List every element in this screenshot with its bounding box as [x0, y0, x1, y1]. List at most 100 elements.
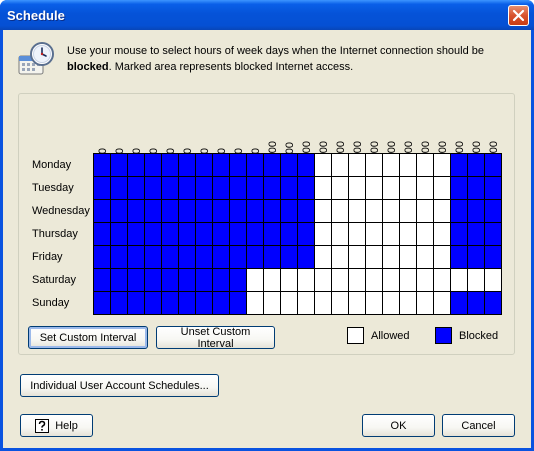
schedule-cell-blocked[interactable]	[111, 200, 128, 223]
schedule-cell-allowed[interactable]	[451, 269, 468, 292]
ok-button[interactable]: OK	[362, 414, 435, 437]
schedule-cell-blocked[interactable]	[451, 154, 468, 177]
schedule-cell-blocked[interactable]	[213, 154, 230, 177]
schedule-cell-blocked[interactable]	[145, 223, 162, 246]
schedule-cell-blocked[interactable]	[451, 177, 468, 200]
schedule-cell-blocked[interactable]	[451, 200, 468, 223]
schedule-cell-allowed[interactable]	[400, 269, 417, 292]
schedule-cell-allowed[interactable]	[383, 292, 400, 315]
schedule-cell-allowed[interactable]	[366, 223, 383, 246]
schedule-cell-blocked[interactable]	[94, 269, 111, 292]
schedule-cell-allowed[interactable]	[383, 246, 400, 269]
schedule-cell-allowed[interactable]	[434, 246, 451, 269]
schedule-cell-blocked[interactable]	[485, 200, 502, 223]
schedule-cell-allowed[interactable]	[434, 200, 451, 223]
schedule-cell-blocked[interactable]	[162, 246, 179, 269]
schedule-cell-allowed[interactable]	[349, 246, 366, 269]
schedule-cell-allowed[interactable]	[332, 177, 349, 200]
schedule-cell-blocked[interactable]	[247, 177, 264, 200]
schedule-cell-blocked[interactable]	[468, 292, 485, 315]
schedule-cell-allowed[interactable]	[332, 223, 349, 246]
schedule-cell-blocked[interactable]	[196, 269, 213, 292]
schedule-cell-blocked[interactable]	[196, 177, 213, 200]
schedule-cell-blocked[interactable]	[94, 177, 111, 200]
schedule-cell-allowed[interactable]	[315, 269, 332, 292]
schedule-cell-blocked[interactable]	[451, 246, 468, 269]
schedule-cell-allowed[interactable]	[434, 223, 451, 246]
set-custom-interval-button[interactable]: Set Custom Interval	[28, 326, 148, 349]
schedule-cell-allowed[interactable]	[400, 223, 417, 246]
schedule-cell-blocked[interactable]	[264, 200, 281, 223]
schedule-cell-blocked[interactable]	[179, 223, 196, 246]
schedule-cell-allowed[interactable]	[349, 292, 366, 315]
schedule-cell-blocked[interactable]	[162, 292, 179, 315]
title-bar[interactable]: Schedule	[0, 0, 534, 30]
schedule-cell-blocked[interactable]	[468, 223, 485, 246]
schedule-cell-blocked[interactable]	[179, 246, 196, 269]
schedule-cell-blocked[interactable]	[179, 154, 196, 177]
help-button[interactable]: Help	[20, 414, 93, 437]
schedule-cell-blocked[interactable]	[128, 223, 145, 246]
schedule-cell-allowed[interactable]	[400, 200, 417, 223]
schedule-cell-allowed[interactable]	[332, 292, 349, 315]
schedule-cell-allowed[interactable]	[281, 269, 298, 292]
schedule-cell-allowed[interactable]	[434, 154, 451, 177]
schedule-cell-allowed[interactable]	[349, 177, 366, 200]
schedule-cell-blocked[interactable]	[468, 177, 485, 200]
schedule-cell-allowed[interactable]	[315, 223, 332, 246]
day-label[interactable]: Monday	[32, 154, 71, 177]
schedule-cell-allowed[interactable]	[434, 292, 451, 315]
schedule-cell-allowed[interactable]	[315, 246, 332, 269]
schedule-cell-blocked[interactable]	[230, 154, 247, 177]
schedule-cell-allowed[interactable]	[247, 292, 264, 315]
schedule-cell-allowed[interactable]	[383, 177, 400, 200]
schedule-cell-blocked[interactable]	[213, 223, 230, 246]
schedule-cell-allowed[interactable]	[315, 154, 332, 177]
schedule-cell-allowed[interactable]	[383, 223, 400, 246]
schedule-cell-blocked[interactable]	[230, 223, 247, 246]
schedule-cell-blocked[interactable]	[281, 154, 298, 177]
schedule-cell-allowed[interactable]	[264, 269, 281, 292]
schedule-cell-allowed[interactable]	[298, 269, 315, 292]
schedule-cell-blocked[interactable]	[281, 200, 298, 223]
schedule-cell-blocked[interactable]	[145, 177, 162, 200]
schedule-cell-blocked[interactable]	[247, 154, 264, 177]
schedule-cell-allowed[interactable]	[417, 200, 434, 223]
schedule-cell-blocked[interactable]	[111, 292, 128, 315]
schedule-cell-blocked[interactable]	[247, 200, 264, 223]
schedule-cell-allowed[interactable]	[417, 292, 434, 315]
schedule-cell-blocked[interactable]	[111, 177, 128, 200]
day-label[interactable]: Saturday	[32, 269, 76, 292]
schedule-cell-blocked[interactable]	[111, 246, 128, 269]
schedule-cell-blocked[interactable]	[145, 246, 162, 269]
schedule-cell-blocked[interactable]	[94, 223, 111, 246]
schedule-cell-allowed[interactable]	[417, 246, 434, 269]
schedule-cell-blocked[interactable]	[213, 246, 230, 269]
schedule-cell-blocked[interactable]	[162, 154, 179, 177]
day-label[interactable]: Tuesday	[32, 177, 74, 200]
schedule-cell-allowed[interactable]	[366, 269, 383, 292]
schedule-cell-blocked[interactable]	[94, 200, 111, 223]
schedule-cell-allowed[interactable]	[366, 177, 383, 200]
schedule-cell-allowed[interactable]	[434, 269, 451, 292]
schedule-cell-blocked[interactable]	[230, 200, 247, 223]
schedule-cell-allowed[interactable]	[400, 154, 417, 177]
schedule-cell-blocked[interactable]	[485, 246, 502, 269]
cancel-button[interactable]: Cancel	[442, 414, 515, 437]
schedule-cell-blocked[interactable]	[247, 223, 264, 246]
schedule-cell-allowed[interactable]	[264, 292, 281, 315]
schedule-cell-blocked[interactable]	[128, 154, 145, 177]
schedule-cell-allowed[interactable]	[315, 177, 332, 200]
schedule-cell-allowed[interactable]	[281, 292, 298, 315]
schedule-cell-blocked[interactable]	[298, 200, 315, 223]
schedule-cell-blocked[interactable]	[264, 154, 281, 177]
schedule-cell-blocked[interactable]	[179, 292, 196, 315]
schedule-cell-blocked[interactable]	[196, 246, 213, 269]
schedule-cell-blocked[interactable]	[485, 177, 502, 200]
unset-custom-interval-button[interactable]: Unset Custom Interval	[156, 326, 275, 350]
schedule-cell-allowed[interactable]	[366, 246, 383, 269]
schedule-cell-blocked[interactable]	[162, 200, 179, 223]
close-button[interactable]	[508, 5, 529, 26]
schedule-cell-blocked[interactable]	[213, 269, 230, 292]
schedule-cell-allowed[interactable]	[366, 154, 383, 177]
